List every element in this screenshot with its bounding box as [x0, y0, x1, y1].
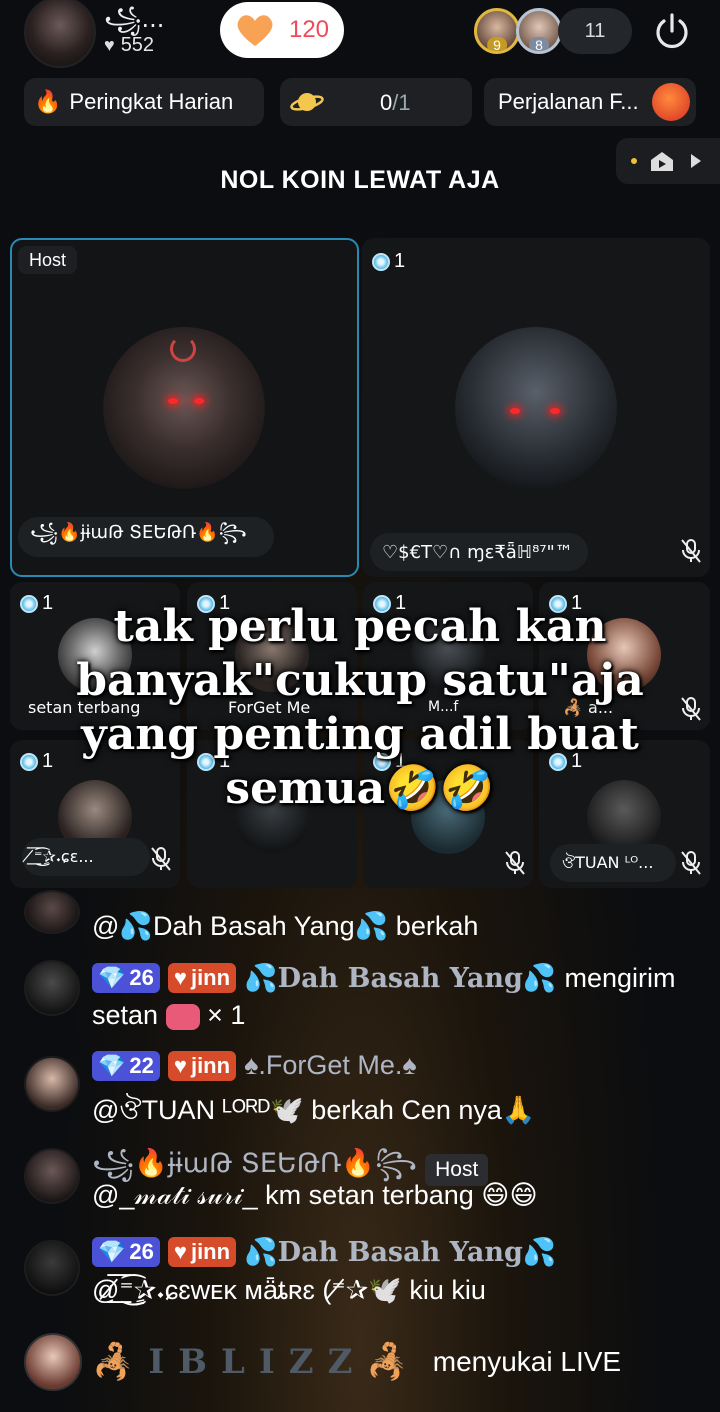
viewer-count[interactable]: 11 [558, 8, 632, 54]
status-dot [631, 158, 637, 164]
chat-sender-name[interactable]: 💦Dah Basah Yang💦 [244, 1236, 556, 1268]
gem-icon [372, 252, 390, 271]
heart-icon: ♥ [173, 965, 187, 990]
host-avatar[interactable] [24, 0, 96, 68]
host-likes: ♥ 552 [104, 34, 154, 57]
chat-message: @ঔTUAN ᴸᴼᴿᴰ🕊️ berkah Cen nya🙏 [92, 1095, 536, 1125]
chat-avatar[interactable] [24, 1240, 80, 1296]
chat-sender-row: 💎 22 ♥ jinn ♠.ForGet Me.♠ [92, 1050, 417, 1081]
like-notification-text: menyukai LIVE [432, 1346, 622, 1377]
chat-sender-name[interactable]: 💦Dah Basah Yang💦 [244, 962, 556, 994]
host-likes-count: 552 [120, 34, 155, 56]
mic-off-icon [681, 851, 701, 875]
guest-seat-avatar[interactable] [455, 327, 617, 489]
follow-count: 120 [288, 16, 330, 43]
planet-icon [290, 93, 324, 111]
journey-label: Perjalanan F... [498, 89, 639, 114]
chat-message: mengirim [564, 962, 676, 993]
chat-message-cont: setan × 1 [92, 1000, 246, 1030]
crescent-icon [170, 336, 196, 362]
mic-off-icon [505, 851, 525, 875]
daily-ranking-chip[interactable]: 🔥 Peringkat Harian [24, 78, 264, 126]
level-badge: 💎 22 [92, 1050, 160, 1081]
chat-message: @_𝓂𝒶𝓉𝒾 𝓈𝓊𝓇𝒾_ km setan terbang 😄😄 [92, 1180, 538, 1210]
fan-club-badge: ♥ jinn [167, 1050, 237, 1081]
fire-icon: 🔥 [34, 89, 62, 114]
chat-avatar[interactable] [24, 960, 80, 1016]
fire-mascot-icon [652, 83, 690, 121]
mic-off-icon [681, 539, 701, 563]
daily-ranking-label: Peringkat Harian [69, 89, 234, 114]
fan-club-badge: ♥ jinn [167, 963, 237, 993]
progress-value: 0/1 [380, 90, 411, 115]
follow-button[interactable]: 120 [220, 2, 344, 58]
journey-chip[interactable]: Perjalanan F... [484, 78, 696, 126]
like-notification: 🦂IBLIZZ🦂 menyukai LIVE [24, 1332, 621, 1392]
level-badge: 💎 26 [92, 1237, 160, 1267]
fan-club-badge: ♥ jinn [167, 1237, 237, 1267]
host-seat-name: ꧁🔥ɉɨաԹ ՏEԵԹՌ🔥꧂ [18, 517, 274, 557]
heart-icon: ♥ [173, 1239, 187, 1264]
progress-chip[interactable]: 0/1 [280, 78, 472, 126]
red-eye [194, 398, 204, 404]
chat-avatar[interactable] [24, 890, 80, 934]
viewer-rank: 8 [529, 37, 549, 51]
seat-score: 1 [372, 250, 405, 273]
top-viewer-avatar[interactable]: 9 [474, 8, 520, 54]
chat-sender-name[interactable]: ♠.ForGet Me.♠ [244, 1050, 417, 1081]
chat-message: @💦Dah Basah Yang💦 berkah [92, 911, 479, 941]
chat-avatar[interactable] [24, 1056, 80, 1112]
diamond-icon: 💎 [98, 1239, 126, 1264]
level-badge: 💎 26 [92, 963, 160, 993]
chat-message: @⁼̸͟͞✰ٍ͜͡𝆺ɕɛᴡᴇᴋ ᴍǟȶʀɛ (⁼̸✰🕊️ kiu kiu [92, 1275, 486, 1305]
power-icon[interactable] [652, 12, 692, 52]
gift-icon [165, 1003, 200, 1030]
heart-icon: ♥ [104, 35, 115, 55]
chat-avatar[interactable] [24, 1148, 80, 1204]
guest-seat-name: ♡$€T♡∩ ɱɛ₹ǟℍ⁸⁷"™ [370, 533, 588, 571]
liker-avatar[interactable] [24, 1333, 82, 1391]
red-eye [168, 398, 178, 404]
top-bar: ꧁... ♥ 552 120 9 8 11 [0, 0, 720, 72]
red-eye [510, 408, 520, 414]
host-tag: Host [18, 246, 78, 274]
top-viewer-avatar[interactable]: 8 [516, 8, 562, 54]
overlay-caption: tak perlu pecah kan banyak"cukup satu"aj… [76, 601, 644, 814]
red-eye [550, 408, 560, 414]
heart-icon: ♥ [173, 1052, 187, 1078]
diamond-icon: 💎 [98, 1052, 126, 1078]
heart-icon [237, 15, 273, 46]
guest-seat-name: ⁼̸͟͞✰ٍ͜͡𝆺ɕɛ... [22, 838, 150, 876]
viewer-rank: 9 [487, 37, 507, 51]
chat-sender-row: 💎 26 ♥ jinn 💦Dah Basah Yang💦 [92, 1236, 556, 1268]
mic-off-icon [151, 847, 171, 871]
room-title: NOL KOIN LEWAT AJA [220, 166, 500, 194]
liker-name[interactable]: 🦂IBLIZZ🦂 [92, 1342, 423, 1382]
chat-sender-row: 💎 26 ♥ jinn 💦Dah Basah Yang💦 mengirim [92, 962, 676, 994]
guest-seat-name: ঔTUAN ᴸᴼ... [550, 844, 676, 882]
diamond-icon: 💎 [98, 965, 126, 990]
